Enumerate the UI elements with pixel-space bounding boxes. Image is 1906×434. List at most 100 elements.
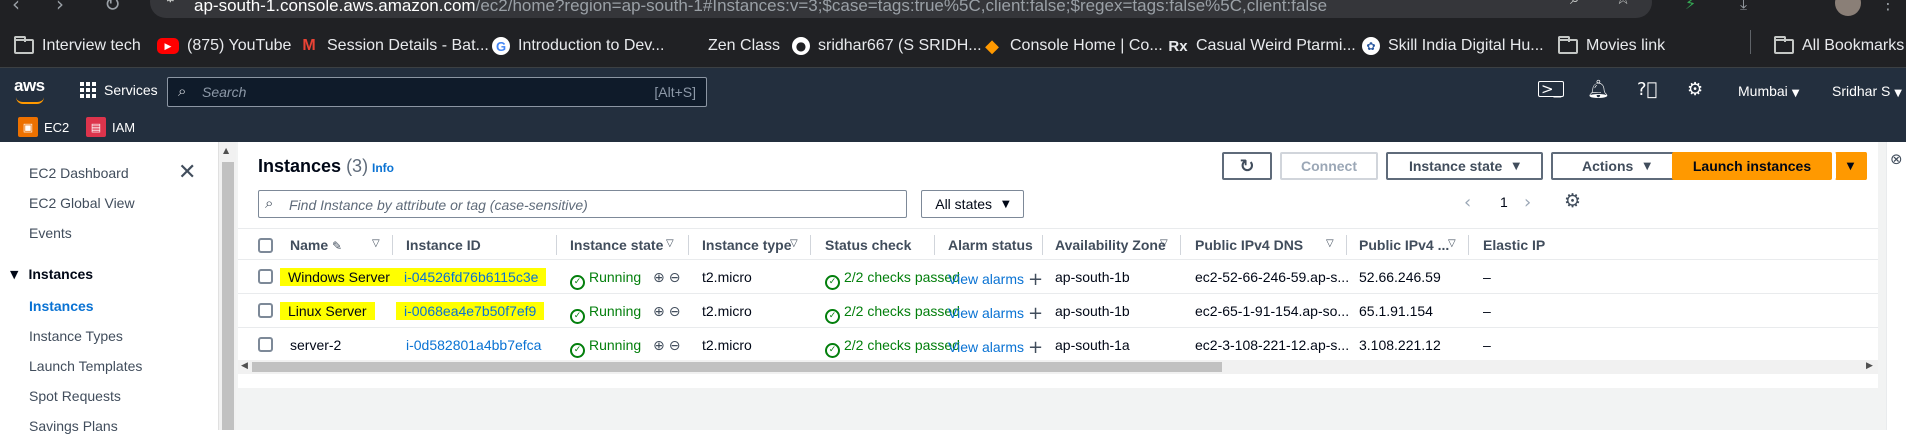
column-instance-type[interactable]: Instance type (702, 237, 791, 253)
site-info-icon[interactable]: ⚙ (164, 0, 177, 6)
launch-instances-button[interactable]: Launch instances (1672, 152, 1832, 180)
filter-caret-icon[interactable]: ▽ (1448, 238, 1456, 249)
filter-caret-icon[interactable]: ▽ (372, 238, 380, 249)
filter-caret-icon[interactable]: ▽ (1160, 238, 1168, 249)
bookmark-casual-weird[interactable]: Rx Casual Weird Ptarmi... (1168, 36, 1355, 56)
launch-instances-dropdown[interactable]: ▼ (1835, 152, 1867, 180)
column-divider[interactable] (392, 235, 393, 255)
view-alarms-link[interactable]: View alarms + (948, 303, 1043, 324)
row-checkbox[interactable] (258, 303, 273, 318)
profile-avatar[interactable] (1835, 0, 1861, 16)
states-select[interactable]: All states ▼ (921, 190, 1024, 218)
column-public-ip[interactable]: Public IPv4 ... (1359, 237, 1449, 253)
column-elastic-ip[interactable]: Elastic IP (1483, 237, 1545, 253)
instance-name[interactable]: Windows Server (280, 268, 398, 286)
extension-icon[interactable]: ⚡ (1685, 0, 1696, 13)
sidebar-scrollbar[interactable]: ▲ (218, 142, 236, 430)
services-menu[interactable]: Services (80, 82, 158, 98)
bookmark-youtube[interactable]: ▶ (875) YouTube (157, 36, 291, 56)
column-divider[interactable] (934, 235, 935, 255)
sidebar-section-instances[interactable]: ▼ Instances (10, 266, 93, 282)
sidebar-item-ec2-dashboard[interactable]: EC2 Dashboard (29, 165, 129, 181)
column-status-check[interactable]: Status check (825, 237, 911, 253)
view-alarms-link[interactable]: View alarms + (948, 269, 1043, 290)
column-divider[interactable] (688, 235, 689, 255)
global-search-input[interactable]: ⌕ Search [Alt+S] (167, 77, 707, 107)
row-checkbox[interactable] (258, 337, 273, 352)
column-instance-id[interactable]: Instance ID (406, 237, 481, 253)
menu-icon[interactable]: ⋮ (1880, 0, 1896, 13)
bookmark-github[interactable]: ● sridhar667 (S SRIDH... (792, 36, 982, 56)
actions-button[interactable]: Actions ▼ (1551, 152, 1682, 180)
forward-icon[interactable]: › (56, 0, 64, 16)
back-icon[interactable]: ‹ (12, 0, 20, 16)
zoom-out-icon[interactable]: ⊖ (669, 270, 681, 286)
tools-icon[interactable]: ⊗ (1890, 150, 1903, 168)
column-divider[interactable] (556, 235, 557, 255)
instance-state-button[interactable]: Instance state ▼ (1386, 152, 1543, 180)
search-icon[interactable]: ⌕ (1570, 0, 1580, 9)
column-divider[interactable] (1180, 235, 1181, 255)
instance-id-link[interactable]: i-04526fd76b6115c3e (396, 268, 547, 286)
zoom-out-icon[interactable]: ⊖ (669, 338, 681, 354)
prev-page-icon[interactable]: ‹ (1464, 192, 1471, 213)
table-row[interactable]: server-2 i-0d582801a4bb7efca ✓ Running ⊕ ⊖… (238, 328, 1878, 362)
scroll-right-icon[interactable]: ▶ (1866, 361, 1873, 371)
column-instance-state[interactable]: Instance state (570, 237, 663, 253)
table-row[interactable]: Linux Server i-0068ea4e7b50f7ef9 ✓ Runnin… (238, 294, 1878, 328)
page-number[interactable]: 1 (1500, 194, 1508, 210)
info-link[interactable]: Info (372, 161, 394, 175)
filter-caret-icon[interactable]: ▽ (1326, 238, 1334, 249)
column-name[interactable]: Name ✎ (290, 237, 342, 253)
filter-caret-icon[interactable]: ▽ (790, 238, 798, 249)
reload-icon[interactable]: ↻ (104, 0, 121, 16)
column-alarm-status[interactable]: Alarm status (948, 237, 1033, 253)
favorite-ec2[interactable]: ▣ EC2 (18, 117, 69, 137)
scrollbar-thumb[interactable] (222, 162, 234, 430)
sidebar-item-instances[interactable]: Instances (29, 298, 94, 314)
address-bar[interactable]: ⚙ ap-south-1.console.aws.amazon.com/ec2/… (150, 0, 1652, 18)
sidebar-item-launch-templates[interactable]: Launch Templates (29, 358, 142, 374)
scrollbar-thumb[interactable] (252, 362, 1222, 372)
cloudshell-icon[interactable]: >_ (1538, 81, 1565, 97)
bookmark-movies-link[interactable]: Movies link (1558, 35, 1665, 56)
row-checkbox[interactable] (258, 269, 273, 284)
star-icon[interactable]: ☆ (1615, 0, 1631, 9)
bookmark-skill-india[interactable]: ✿ Skill India Digital Hu... (1362, 36, 1544, 56)
aws-logo[interactable]: aws (14, 76, 45, 96)
account-menu[interactable]: Sridhar S ▼ (1832, 83, 1902, 99)
table-horizontal-scrollbar[interactable]: ◀ ▶ (238, 360, 1878, 374)
all-bookmarks[interactable]: All Bookmarks (1774, 35, 1904, 56)
download-icon[interactable]: ⤓ (1740, 0, 1747, 14)
column-availability-zone[interactable]: Availability Zone (1055, 237, 1166, 253)
favorite-iam[interactable]: ▤ IAM (86, 117, 135, 137)
zoom-in-icon[interactable]: ⊕ (653, 304, 665, 320)
sidebar-item-events[interactable]: Events (29, 225, 72, 241)
zoom-out-icon[interactable]: ⊖ (669, 304, 681, 320)
column-divider[interactable] (1468, 235, 1469, 255)
bookmark-zen-class[interactable]: Zen Class (680, 36, 780, 56)
bookmark-introduction-dev[interactable]: G Introduction to Dev... (492, 36, 664, 56)
filter-caret-icon[interactable]: ▽ (666, 238, 674, 249)
table-settings-icon[interactable]: ⚙ (1564, 190, 1581, 212)
bookmark-session-details[interactable]: M Session Details - Bat... (299, 36, 489, 56)
sidebar-item-ec2-global-view[interactable]: EC2 Global View (29, 195, 135, 211)
instance-filter-input[interactable]: ⌕ Find Instance by attribute or tag (cas… (258, 190, 907, 218)
select-all-checkbox[interactable] (258, 238, 273, 253)
instance-name[interactable]: server-2 (290, 337, 341, 353)
column-divider[interactable] (1346, 235, 1347, 255)
instance-id-link[interactable]: i-0d582801a4bb7efca (406, 337, 541, 353)
scroll-up-icon[interactable]: ▲ (223, 146, 229, 155)
column-divider[interactable] (810, 235, 811, 255)
help-icon[interactable]: ?⃝ (1637, 79, 1657, 100)
instance-id-link[interactable]: i-0068ea4e7b50f7ef9 (396, 302, 545, 320)
bookmark-interview-tech[interactable]: Interview tech (14, 35, 141, 56)
scroll-left-icon[interactable]: ◀ (241, 361, 248, 371)
zoom-in-icon[interactable]: ⊕ (653, 338, 665, 354)
sidebar-item-savings-plans[interactable]: Savings Plans (29, 418, 118, 434)
connect-button[interactable]: Connect (1280, 152, 1378, 180)
zoom-in-icon[interactable]: ⊕ (653, 270, 665, 286)
next-page-icon[interactable]: › (1524, 192, 1531, 213)
sidebar-item-spot-requests[interactable]: Spot Requests (29, 388, 121, 404)
sidebar-item-instance-types[interactable]: Instance Types (29, 328, 123, 344)
